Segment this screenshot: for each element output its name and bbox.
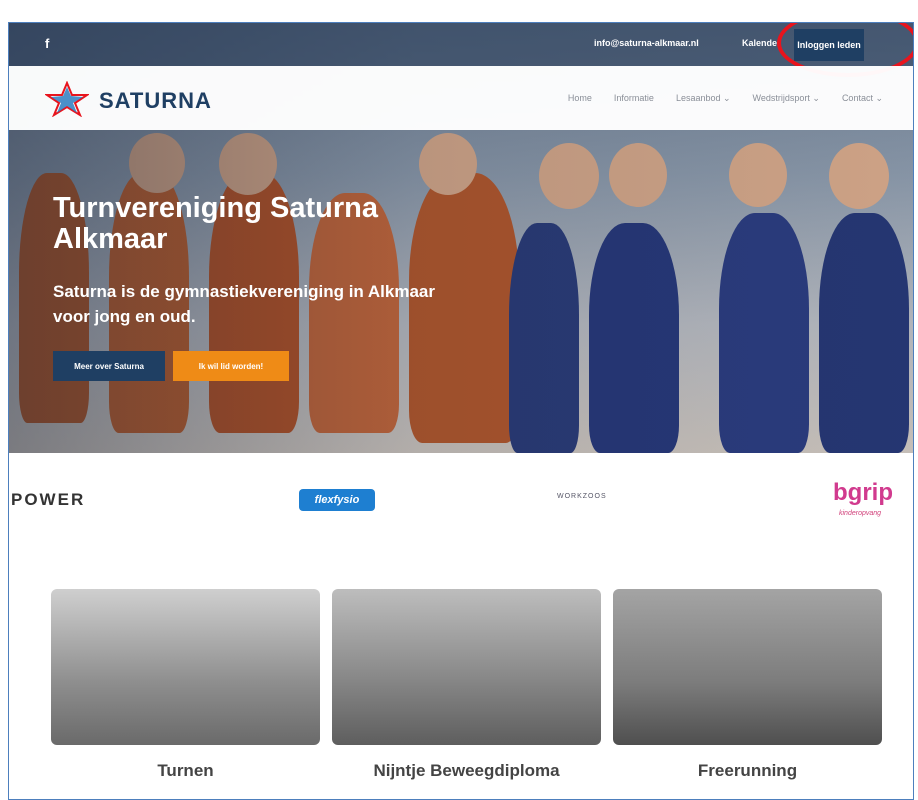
hero-subtitle: Saturna is de gymnastiekvereniging in Al… (53, 282, 436, 326)
card-image-freerunning[interactable] (613, 589, 882, 745)
more-about-button[interactable]: Meer over Saturna (53, 351, 165, 381)
sponsor-bgrip-logo[interactable]: bgrip (833, 479, 893, 507)
sponsor-strip: POWER flexfysio WORKZOOS bgrip kinderopv… (9, 453, 913, 548)
main-navigation: SATURNA Home Informatie Lesaanbod ⌄ Weds… (9, 66, 913, 130)
hero-title: Turnvereniging Saturna Alkmaar (53, 192, 378, 255)
sponsor-flexfysio-logo[interactable]: flexfysio (299, 489, 375, 511)
browser-frame: f info@saturna-alkmaar.nl Kalender Inlog… (8, 22, 914, 800)
nav-item-informatie[interactable]: Informatie (614, 93, 654, 104)
facebook-icon[interactable]: f (45, 36, 49, 51)
card-label-freerunning[interactable]: Freerunning (613, 761, 882, 781)
nav-item-wedstrijdsport[interactable]: Wedstrijdsport ⌄ (753, 93, 820, 104)
top-bar: f info@saturna-alkmaar.nl Kalender Inlog… (9, 23, 913, 77)
nav-item-home[interactable]: Home (568, 93, 592, 104)
sponsor-bgrip-tagline: kinderopvang (839, 510, 882, 517)
become-member-button[interactable]: Ik wil lid worden! (173, 351, 289, 381)
logo-text[interactable]: SATURNA (99, 88, 212, 114)
nav-item-contact[interactable]: Contact ⌄ (842, 93, 883, 104)
calendar-link[interactable]: Kalender (742, 38, 781, 48)
nav-item-lesaanbod[interactable]: Lesaanbod ⌄ (676, 93, 731, 104)
email-link[interactable]: info@saturna-alkmaar.nl (594, 38, 699, 48)
card-image-turnen[interactable] (51, 589, 320, 745)
card-label-turnen[interactable]: Turnen (51, 761, 320, 781)
sponsor-power-logo[interactable]: POWER (11, 490, 85, 510)
saturna-star-icon[interactable] (45, 81, 89, 117)
card-label-nijntje[interactable]: Nijntje Beweegdiploma (332, 761, 601, 781)
sponsor-workzoos-logo[interactable]: WORKZOOS (557, 493, 607, 500)
card-image-nijntje[interactable] (332, 589, 601, 745)
nav-menu: Home Informatie Lesaanbod ⌄ Wedstrijdspo… (568, 93, 883, 104)
